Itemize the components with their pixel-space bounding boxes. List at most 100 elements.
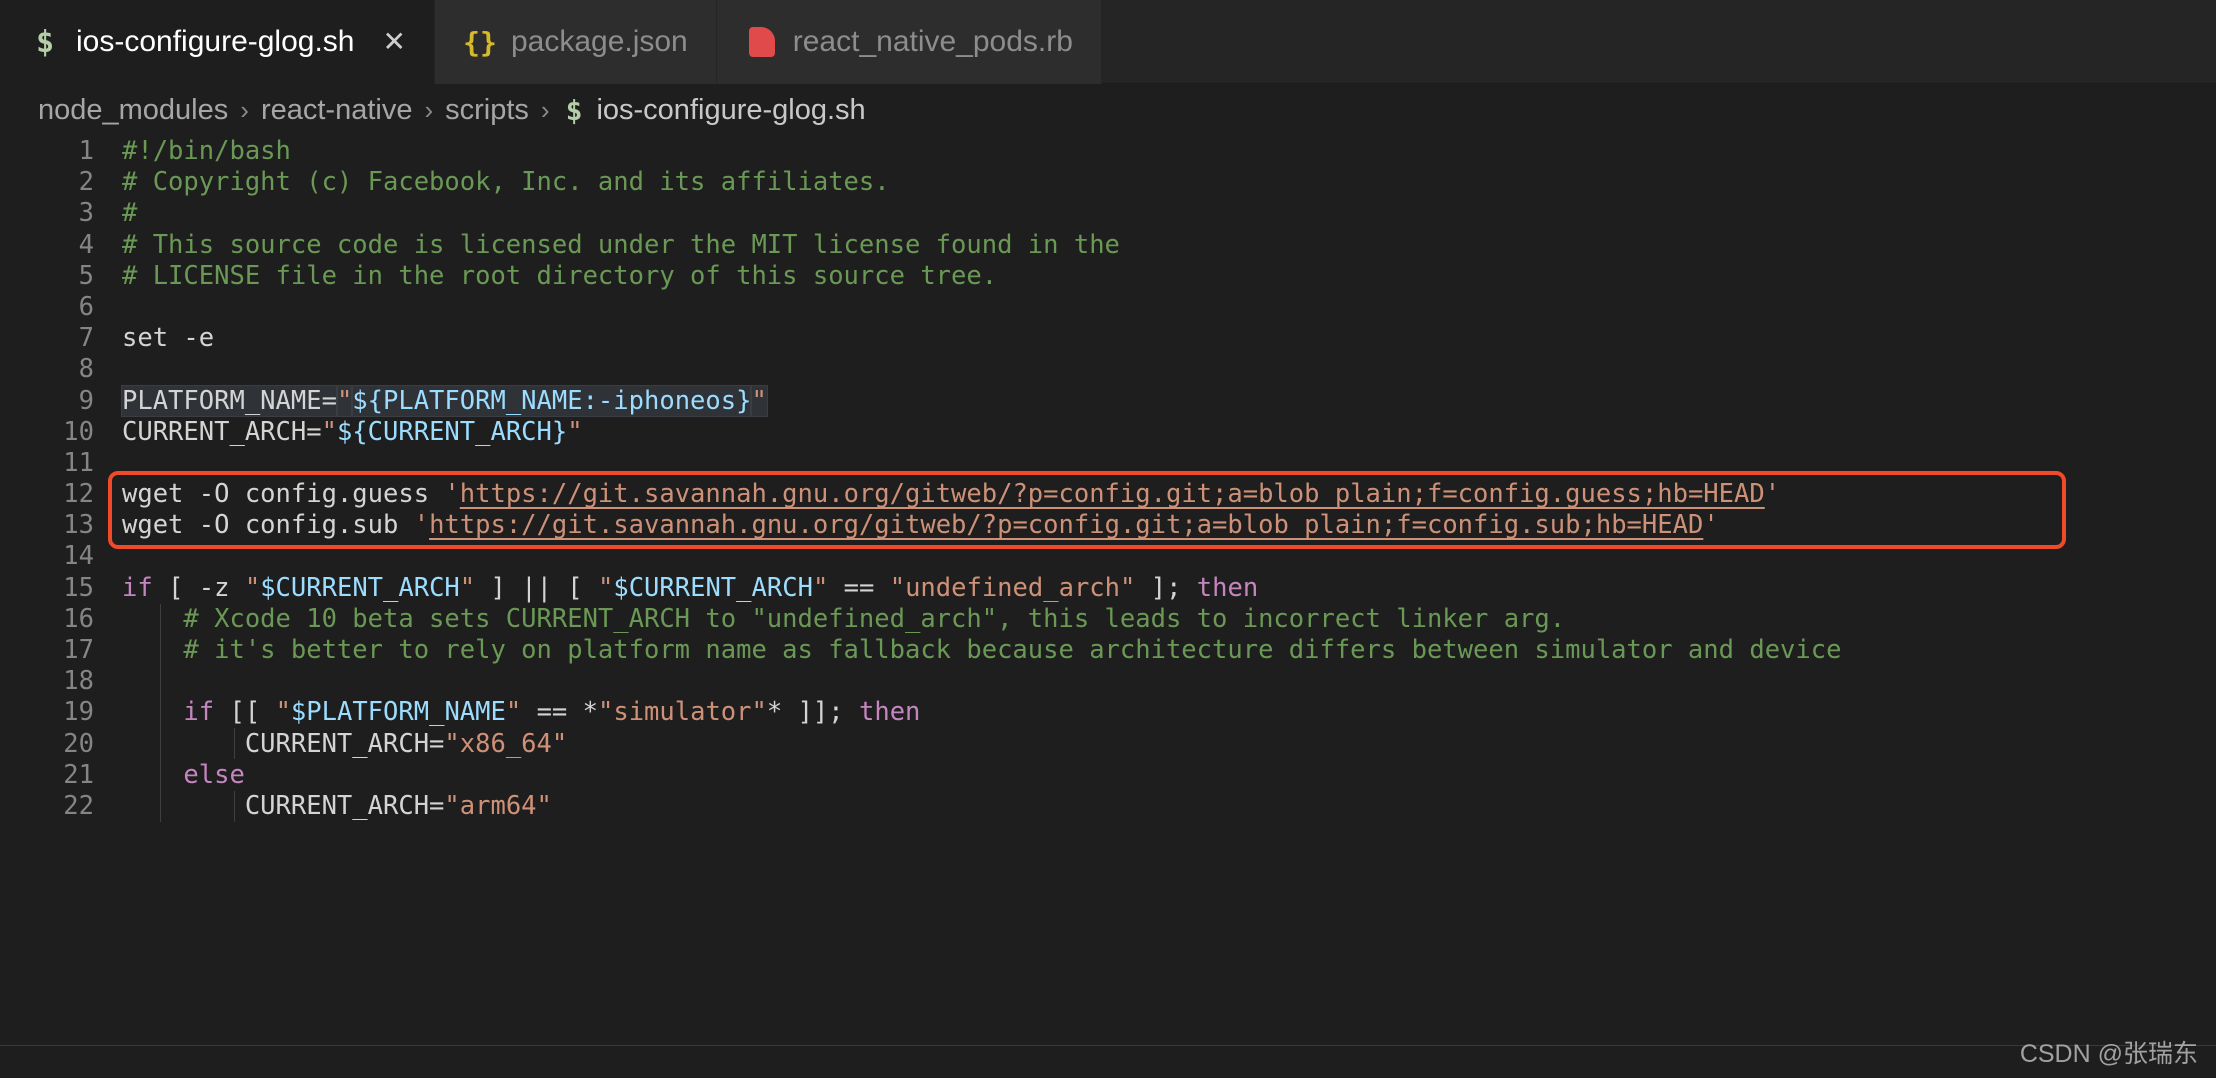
chevron-right-icon: › bbox=[540, 94, 550, 125]
close-icon[interactable]: ✕ bbox=[382, 28, 405, 56]
line-content[interactable]: # Copyright (c) Facebook, Inc. and its a… bbox=[122, 167, 890, 198]
line-number: 5 bbox=[78, 260, 94, 291]
line-number: 14 bbox=[63, 541, 94, 572]
code-token: * ]]; bbox=[766, 697, 859, 728]
vscode-editor-window: $ ios-configure-glog.sh ✕ {} package.jso… bbox=[0, 0, 2216, 1078]
code-token: " bbox=[244, 572, 261, 603]
code-token: "x86_64" bbox=[444, 728, 568, 759]
line-number: 20 bbox=[63, 728, 94, 759]
code-token: CURRENT_ARCH= bbox=[122, 416, 322, 447]
code-token: [[ bbox=[214, 697, 276, 728]
breadcrumb-item-file[interactable]: ios-configure-glog.sh bbox=[596, 94, 865, 127]
line-content[interactable]: # it's better to rely on platform name a… bbox=[122, 635, 1841, 666]
code-token: ${CURRENT_ARCH} bbox=[336, 416, 568, 447]
code-link[interactable]: https://git.savannah.gnu.org/gitweb/?p=c… bbox=[460, 479, 1765, 509]
code-token: # This source code is licensed under the… bbox=[122, 229, 1120, 260]
code-line[interactable]: 14 bbox=[0, 541, 2216, 572]
code-token: " bbox=[567, 416, 583, 447]
code-token: " bbox=[335, 384, 354, 417]
code-line[interactable]: 3 # bbox=[0, 198, 2216, 229]
code-token: CURRENT_ARCH= bbox=[122, 728, 445, 759]
code-token: " bbox=[750, 384, 768, 417]
code-token: " bbox=[275, 697, 291, 728]
code-token: ' bbox=[444, 479, 460, 510]
code-line[interactable]: 9 PLATFORM_NAME="${PLATFORM_NAME:-iphoneo… bbox=[0, 384, 2216, 417]
code-line[interactable]: 16 # Xcode 10 beta sets CURRENT_ARCH to … bbox=[0, 604, 2216, 635]
code-line[interactable]: 1 #!/bin/bash bbox=[0, 136, 2216, 167]
code-line[interactable]: 15 if [ -z "$CURRENT_ARCH" ] || [ "$CURRE… bbox=[0, 573, 2216, 604]
code-line[interactable]: 17 # it's better to rely on platform nam… bbox=[0, 635, 2216, 666]
code-line[interactable]: 6 bbox=[0, 292, 2216, 323]
editor-tab-bar: $ ios-configure-glog.sh ✕ {} package.jso… bbox=[0, 0, 2216, 84]
line-number: 7 bbox=[78, 323, 94, 354]
indent-guide bbox=[234, 791, 235, 823]
shell-script-icon: $ bbox=[35, 24, 55, 60]
breadcrumb-item-scripts[interactable]: scripts bbox=[445, 94, 529, 127]
code-line[interactable]: 20 CURRENT_ARCH="x86_64" bbox=[0, 729, 2216, 760]
code-line[interactable]: 11 bbox=[0, 448, 2216, 479]
line-number: 18 bbox=[63, 666, 94, 697]
code-token: # it's better to rely on platform name a… bbox=[122, 635, 1842, 665]
chevron-right-icon: › bbox=[424, 94, 434, 125]
code-line[interactable]: 19 if [[ "$PLATFORM_NAME" == *"simulator… bbox=[0, 697, 2216, 728]
code-line[interactable]: 5 # LICENSE file in the root directory of… bbox=[0, 261, 2216, 292]
code-line[interactable]: 12 wget -O config.guess 'https://git.sava… bbox=[0, 479, 2216, 510]
breadcrumb-item-react-native[interactable]: react-native bbox=[261, 94, 413, 127]
code-line[interactable]: 7 set -e bbox=[0, 323, 2216, 354]
line-number: 13 bbox=[63, 510, 94, 541]
line-number: 15 bbox=[63, 572, 94, 603]
code-token: ' bbox=[1703, 510, 1719, 541]
code-token: PLATFORM_NAME= bbox=[121, 384, 338, 417]
line-number: 8 bbox=[78, 354, 94, 385]
line-number: 11 bbox=[63, 447, 94, 478]
code-line[interactable]: 21 else bbox=[0, 760, 2216, 791]
line-number: 6 bbox=[78, 291, 94, 322]
code-token: CURRENT_ARCH= bbox=[122, 790, 445, 821]
line-number: 3 bbox=[78, 198, 94, 229]
indent-guide bbox=[234, 728, 235, 760]
shell-script-icon: $ bbox=[565, 93, 583, 127]
tab-react-native-pods-rb[interactable]: react_native_pods.rb bbox=[716, 0, 1102, 84]
line-content[interactable]: wget -O config.sub 'https://git.savannah… bbox=[122, 510, 1719, 541]
line-content[interactable]: #!/bin/bash bbox=[122, 136, 291, 167]
code-token: then bbox=[1196, 572, 1259, 603]
code-line[interactable]: 2 # Copyright (c) Facebook, Inc. and its … bbox=[0, 167, 2216, 198]
code-line[interactable]: 8 bbox=[0, 354, 2216, 385]
line-content[interactable]: # Xcode 10 beta sets CURRENT_ARCH to "un… bbox=[122, 604, 1565, 635]
code-token: ${PLATFORM_NAME:-iphoneos} bbox=[351, 384, 753, 417]
line-content[interactable]: # This source code is licensed under the… bbox=[122, 230, 1120, 261]
watermark: CSDN @张瑞东 bbox=[2019, 1040, 2198, 1068]
code-editor[interactable]: 1 #!/bin/bash 2 # Copyright (c) Facebook, I… bbox=[0, 136, 2216, 1078]
line-content[interactable]: CURRENT_ARCH="arm64" bbox=[122, 791, 552, 822]
line-number: 17 bbox=[63, 635, 94, 665]
code-line[interactable]: 22 CURRENT_ARCH="arm64" bbox=[0, 791, 2216, 822]
breadcrumb-item-node-modules[interactable]: node_modules bbox=[38, 94, 228, 127]
line-content[interactable]: wget -O config.guess 'https://git.savann… bbox=[122, 479, 1780, 510]
code-line[interactable]: 10 CURRENT_ARCH="${CURRENT_ARCH}" bbox=[0, 417, 2216, 448]
tab-ios-configure-glog-sh[interactable]: $ ios-configure-glog.sh ✕ bbox=[0, 0, 435, 84]
line-content[interactable]: # bbox=[122, 198, 137, 229]
line-number: 9 bbox=[78, 385, 94, 416]
code-line[interactable]: 4 # This source code is licensed under th… bbox=[0, 230, 2216, 261]
line-content[interactable]: CURRENT_ARCH="${CURRENT_ARCH}" bbox=[122, 417, 583, 448]
line-content[interactable]: # LICENSE file in the root directory of … bbox=[122, 261, 997, 292]
code-token: [ -z bbox=[152, 572, 245, 603]
line-content[interactable]: set -e bbox=[122, 323, 214, 354]
code-line[interactable]: 13 wget -O config.sub 'https://git.savann… bbox=[0, 510, 2216, 541]
code-line[interactable]: 18 bbox=[0, 666, 2216, 697]
line-number: 22 bbox=[63, 790, 94, 821]
code-link[interactable]: https://git.savannah.gnu.org/gitweb/?p=c… bbox=[429, 510, 1703, 540]
code-token: if bbox=[122, 572, 153, 603]
line-content[interactable]: CURRENT_ARCH="x86_64" bbox=[122, 729, 567, 760]
line-content[interactable]: else bbox=[122, 759, 245, 791]
code-token: $PLATFORM_NAME bbox=[290, 697, 506, 728]
code-token: else bbox=[183, 759, 245, 790]
tab-package-json[interactable]: {} package.json bbox=[434, 0, 717, 84]
line-content[interactable]: if [ -z "$CURRENT_ARCH" ] || [ "$CURRENT… bbox=[122, 573, 1258, 604]
line-content[interactable]: PLATFORM_NAME="${PLATFORM_NAME:-iphoneos… bbox=[121, 384, 768, 417]
code-token: ' bbox=[1764, 479, 1781, 510]
line-content[interactable]: if [[ "$PLATFORM_NAME" == *"simulator"* … bbox=[122, 697, 920, 728]
line-number: 21 bbox=[63, 759, 94, 790]
